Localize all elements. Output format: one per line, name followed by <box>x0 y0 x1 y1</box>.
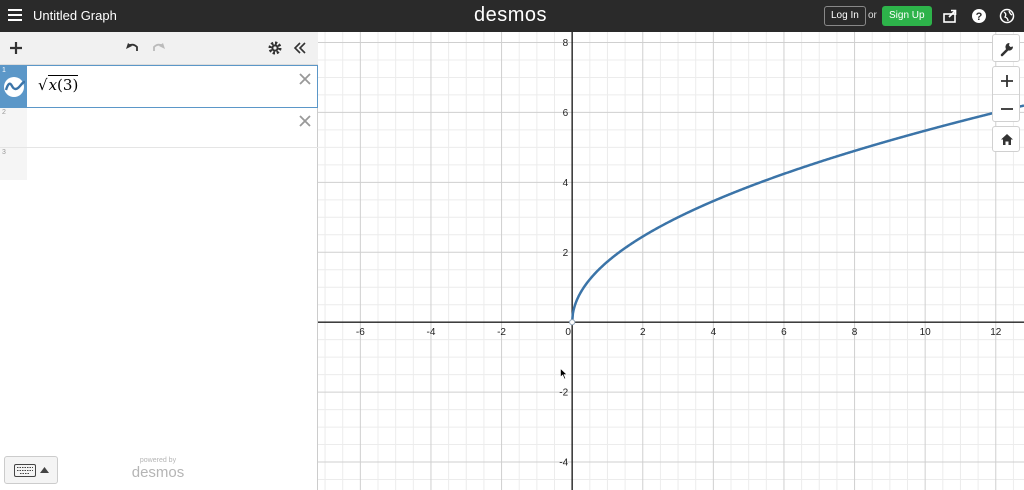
or-label: or <box>868 10 877 21</box>
x-tick-label: -4 <box>427 327 436 338</box>
menu-icon[interactable] <box>8 9 22 21</box>
y-tick-label: -2 <box>559 388 568 399</box>
undo-icon[interactable] <box>124 40 140 56</box>
expression-row-2[interactable]: 2 <box>0 108 318 148</box>
curve-endpoint <box>569 319 576 326</box>
expression-panel: 1 √x(3) 2 3 powered by desmos <box>0 32 318 490</box>
graph-title[interactable]: Untitled Graph <box>33 8 117 23</box>
curve-sqrt-3x <box>570 104 1024 323</box>
expression-row-1[interactable]: 1 √x(3) <box>0 65 318 108</box>
delete-expression-icon[interactable] <box>298 114 312 128</box>
home-icon <box>1001 134 1013 145</box>
curve-style-icon[interactable] <box>3 77 25 97</box>
graph-paper[interactable]: -6 -4 -2 0 2 4 6 8 10 12 -4 -2 2 4 6 8 <box>318 32 1024 490</box>
major-grid <box>318 32 1024 490</box>
expression-gutter: 3 <box>0 148 27 180</box>
settings-icon[interactable] <box>267 40 283 56</box>
expression-row-3[interactable]: 3 <box>0 148 318 180</box>
y-tick-label: 2 <box>563 248 569 259</box>
x-tick-label: 0 <box>565 327 571 338</box>
zoom-divider <box>993 94 1019 95</box>
x-tick-label: 12 <box>990 327 1002 338</box>
curves <box>569 104 1024 326</box>
expression-number: 1 <box>2 67 6 74</box>
expression-number: 2 <box>2 109 6 116</box>
axes <box>318 32 1024 490</box>
zoom-controls <box>992 66 1020 122</box>
signup-button[interactable]: Sign Up <box>882 6 932 26</box>
expression-gutter: 1 <box>0 66 27 107</box>
keyboard-icon <box>14 464 36 477</box>
svg-text:?: ? <box>976 11 983 23</box>
expression-number: 3 <box>2 149 6 156</box>
share-icon[interactable] <box>942 8 958 24</box>
mouse-cursor-icon <box>560 368 568 380</box>
powered-by-logo: desmos <box>131 464 185 481</box>
panel-header <box>0 32 318 65</box>
math-digit: 3 <box>62 76 73 94</box>
collapse-icon[interactable] <box>292 40 308 56</box>
powered-by-label: powered by <box>139 457 177 464</box>
y-tick-label: -4 <box>559 458 568 469</box>
add-icon[interactable] <box>8 40 24 56</box>
help-icon[interactable]: ? <box>971 8 987 24</box>
y-tick-label: 6 <box>563 108 569 119</box>
login-button[interactable]: Log In <box>824 6 866 26</box>
zoom-out-icon[interactable] <box>1000 102 1014 116</box>
minor-grid <box>318 32 1024 490</box>
zoom-in-icon[interactable] <box>1000 74 1014 88</box>
x-tick-label: 6 <box>781 327 787 338</box>
x-tick-label: -6 <box>356 327 365 338</box>
y-tick-label: 8 <box>563 38 569 49</box>
radicand: x(3) <box>47 75 79 94</box>
x-tick-label: 2 <box>640 327 646 338</box>
globe-icon[interactable] <box>999 8 1015 24</box>
x-tick-label: 8 <box>852 327 858 338</box>
x-tick-label: -2 <box>497 327 506 338</box>
x-tick-label: 10 <box>920 327 932 338</box>
radical-sign: √ <box>38 76 48 94</box>
wrench-icon <box>1000 42 1014 57</box>
keyboard-toggle-button[interactable] <box>4 456 58 484</box>
graph-canvas[interactable]: -6 -4 -2 0 2 4 6 8 10 12 -4 -2 2 4 6 8 <box>318 32 1024 490</box>
caret-up-icon <box>40 467 49 473</box>
graph-settings-button[interactable] <box>992 34 1020 62</box>
math-paren-close: ) <box>72 76 79 94</box>
y-tick-label: 4 <box>563 178 569 189</box>
x-tick-label: 4 <box>711 327 717 338</box>
powered-by-desmos[interactable]: powered by desmos <box>128 457 188 481</box>
redo-icon[interactable] <box>151 40 167 56</box>
top-bar: Untitled Graph desmos Log In or Sign Up … <box>0 0 1024 32</box>
expression-math[interactable]: √x(3) <box>38 75 79 94</box>
delete-expression-icon[interactable] <box>298 72 312 86</box>
tick-labels: -6 -4 -2 0 2 4 6 8 10 12 -4 -2 2 4 6 8 <box>356 38 1002 469</box>
expression-gutter: 2 <box>0 108 27 147</box>
home-button[interactable] <box>992 126 1020 152</box>
math-variable: x <box>48 76 58 94</box>
desmos-logo: desmos <box>474 4 548 26</box>
